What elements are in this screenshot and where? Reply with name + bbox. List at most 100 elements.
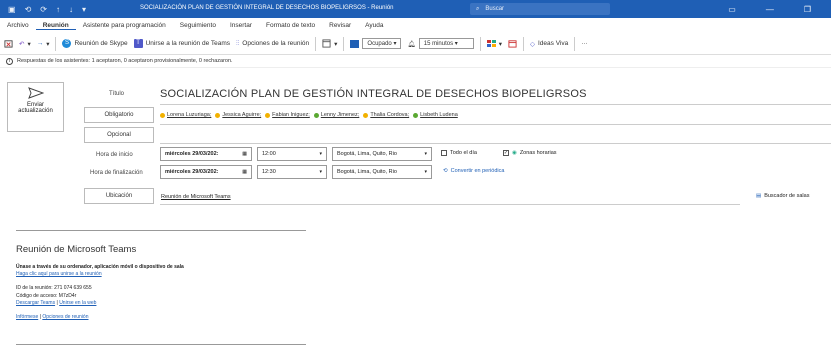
categorize-button[interactable]: ▾ <box>486 40 502 48</box>
make-recurring-label: Convertir en periódica <box>450 168 505 174</box>
download-teams-link[interactable]: Descargar Teams <box>16 300 55 306</box>
start-time-label: Hora de inicio <box>96 152 133 158</box>
show-as-dropdown[interactable]: Ocupado ▾ <box>350 38 402 49</box>
chevron-down-icon[interactable]: ▾ <box>424 151 427 157</box>
start-timezone-value: Bogotá, Lima, Quito, Rio <box>337 151 397 157</box>
status-dot-icon <box>313 112 319 118</box>
attendee-item[interactable]: Lenny Jimenez; <box>313 112 359 118</box>
calendar-picker-icon[interactable]: ▦ <box>242 151 247 157</box>
chevron-down-icon[interactable]: ▾ <box>424 169 427 175</box>
attendee-item[interactable]: Jessica Aguirre; <box>215 112 261 118</box>
redo-icon[interactable]: ⟳ <box>40 5 47 14</box>
attendee-name: Thalia Cordova; <box>370 112 410 118</box>
end-date-value: miércoles 29/03/202: <box>165 169 219 175</box>
end-date-field[interactable]: miércoles 29/03/202: ▦ <box>160 165 252 179</box>
scheduling-button[interactable] <box>508 39 517 48</box>
required-attendees-list[interactable]: Lorena Luzuriaga; Jessica Aguirre; Fabia… <box>160 112 458 118</box>
start-time-field[interactable]: 12:00 ▾ <box>257 147 327 161</box>
tab-revisar[interactable]: Revisar <box>322 22 358 29</box>
format-dropdown[interactable]: ▾ <box>322 39 337 48</box>
meeting-options-button[interactable]: ⫶⫶ Opciones de la reunión <box>236 40 309 48</box>
up-arrow-icon[interactable]: ↑ <box>56 5 60 14</box>
search-icon: ⌕ <box>476 5 480 12</box>
reply-icon: ↶ <box>19 40 25 48</box>
optional-attendees-button[interactable]: Opcional <box>84 127 154 143</box>
tab-seguimiento[interactable]: Seguimiento <box>173 22 223 29</box>
options-icon: ⫶⫶ <box>236 39 240 47</box>
search-box[interactable]: ⌕ Buscar <box>470 3 610 15</box>
attendee-item[interactable]: Fabian Iniguez; <box>265 112 310 118</box>
location-button[interactable]: Ubicación <box>84 188 154 204</box>
start-date-field[interactable]: miércoles 29/03/202: ▦ <box>160 147 252 161</box>
chevron-down-icon[interactable]: ▾ <box>319 169 322 175</box>
location-value[interactable]: Reunión de Microsoft Teams <box>161 194 231 200</box>
tab-archivo[interactable]: Archivo <box>0 22 36 29</box>
join-teams-button[interactable]: T Unirse a la reunión de Teams <box>133 39 230 48</box>
reminder-select[interactable]: 15 minutos ▾ <box>418 38 474 49</box>
save-icon[interactable]: ▣ <box>8 5 16 14</box>
meeting-options-label: Opciones de la reunión <box>242 40 310 47</box>
end-timezone-select[interactable]: Bogotá, Lima, Quito, Rio ▾ <box>332 165 432 179</box>
attendee-item[interactable]: Lorena Luzuriaga; <box>160 112 211 118</box>
meeting-options-link[interactable]: Opciones de reunión <box>42 314 88 320</box>
join-heading: Únase a través de su ordenador, aplicaci… <box>16 264 184 270</box>
reminder-dropdown[interactable]: 🔔︎ 15 minutos ▾ <box>407 38 474 49</box>
footer-links: Infórmese | Opciones de reunión <box>16 314 88 320</box>
tab-reunion[interactable]: Reunión <box>35 22 76 30</box>
join-meeting-link[interactable]: Haga clic aquí para unirse a la reunión <box>16 271 102 277</box>
status-dot-icon <box>413 112 419 118</box>
response-summary: Respuestas de los asistentes: 1 aceptaro… <box>17 58 233 64</box>
required-attendees-button[interactable]: Obligatorio <box>84 107 154 123</box>
viva-insights-button[interactable]: ◇ Ideas Viva <box>530 40 568 48</box>
busy-color-icon <box>350 39 360 48</box>
optional-underline <box>160 143 831 144</box>
attendee-name: Lorena Luzuriaga; <box>167 112 212 118</box>
attendee-item[interactable]: Lisbeth Ludena <box>413 112 458 118</box>
undo-icon[interactable]: ⟲ <box>25 5 32 14</box>
calendar-icon <box>508 40 517 48</box>
more-options-button[interactable]: ··· <box>581 40 588 47</box>
passcode: Código de acceso: M7zD4r <box>16 293 77 299</box>
forward-button[interactable]: → ▾ <box>37 40 50 48</box>
divider <box>523 36 524 51</box>
categorize-icon <box>486 40 496 47</box>
learn-more-link[interactable]: Infórmese <box>16 314 38 320</box>
tab-insertar[interactable]: Insertar <box>223 22 259 29</box>
time-zones-toggle[interactable]: ✓ ◉ Zonas horarias <box>503 150 557 156</box>
customize-icon[interactable]: ▾ <box>82 5 86 14</box>
tab-formato[interactable]: Formato de texto <box>259 22 322 29</box>
tab-asistente[interactable]: Asistente para programación <box>76 22 173 29</box>
attendee-item[interactable]: Thalia Cordova; <box>363 112 409 118</box>
meeting-subject[interactable]: SOCIALIZACIÓN PLAN DE GESTIÓN INTEGRAL D… <box>160 88 587 100</box>
room-finder-button[interactable]: ▤ Buscador de salas <box>756 193 809 199</box>
ribbon: ↶ ▾ → ▾ S Reunión de Skype T Unirse a la… <box>0 33 831 55</box>
window-title: SOCIALIZACIÓN PLAN DE GESTIÓN INTEGRAL D… <box>140 5 394 11</box>
attendee-name: Jessica Aguirre; <box>222 112 262 118</box>
make-recurring-button[interactable]: ⟲ Convertir en periódica <box>443 168 504 174</box>
reply-button[interactable]: ↶ ▾ <box>19 40 31 48</box>
show-as-select[interactable]: Ocupado ▾ <box>362 38 402 49</box>
calendar-delete-icon <box>4 40 13 48</box>
viva-insights-label: Ideas Viva <box>538 40 569 47</box>
calendar-picker-icon[interactable]: ▦ <box>242 169 247 175</box>
tab-ayuda[interactable]: Ayuda <box>358 22 390 29</box>
down-arrow-icon[interactable]: ↓ <box>69 5 73 14</box>
chevron-down-icon[interactable]: ▾ <box>319 151 322 157</box>
send-update-button[interactable]: Enviar actualización <box>7 82 64 132</box>
attendee-name: Fabian Iniguez; <box>272 112 310 118</box>
info-icon: i <box>6 57 13 65</box>
meeting-id: ID de la reunión: 271 074 639 655 <box>16 285 92 291</box>
skype-meeting-button[interactable]: S Reunión de Skype <box>62 39 128 48</box>
minimize-icon[interactable]: — <box>766 5 774 14</box>
globe-icon: ◉ <box>512 150 517 156</box>
skype-meeting-label: Reunión de Skype <box>74 40 128 47</box>
start-timezone-select[interactable]: Bogotá, Lima, Quito, Rio ▾ <box>332 147 432 161</box>
join-web-link[interactable]: Unirse en la web <box>59 300 96 306</box>
end-time-field[interactable]: 12:30 ▾ <box>257 165 327 179</box>
window-controls: ▭ — ❐ <box>728 0 831 18</box>
ribbon-display-icon[interactable]: ▭ <box>728 5 736 14</box>
reminder-value: 15 minutos <box>423 41 454 47</box>
delete-button[interactable] <box>4 39 13 48</box>
all-day-checkbox[interactable]: Todo el día <box>441 150 477 156</box>
restore-icon[interactable]: ❐ <box>804 5 811 14</box>
